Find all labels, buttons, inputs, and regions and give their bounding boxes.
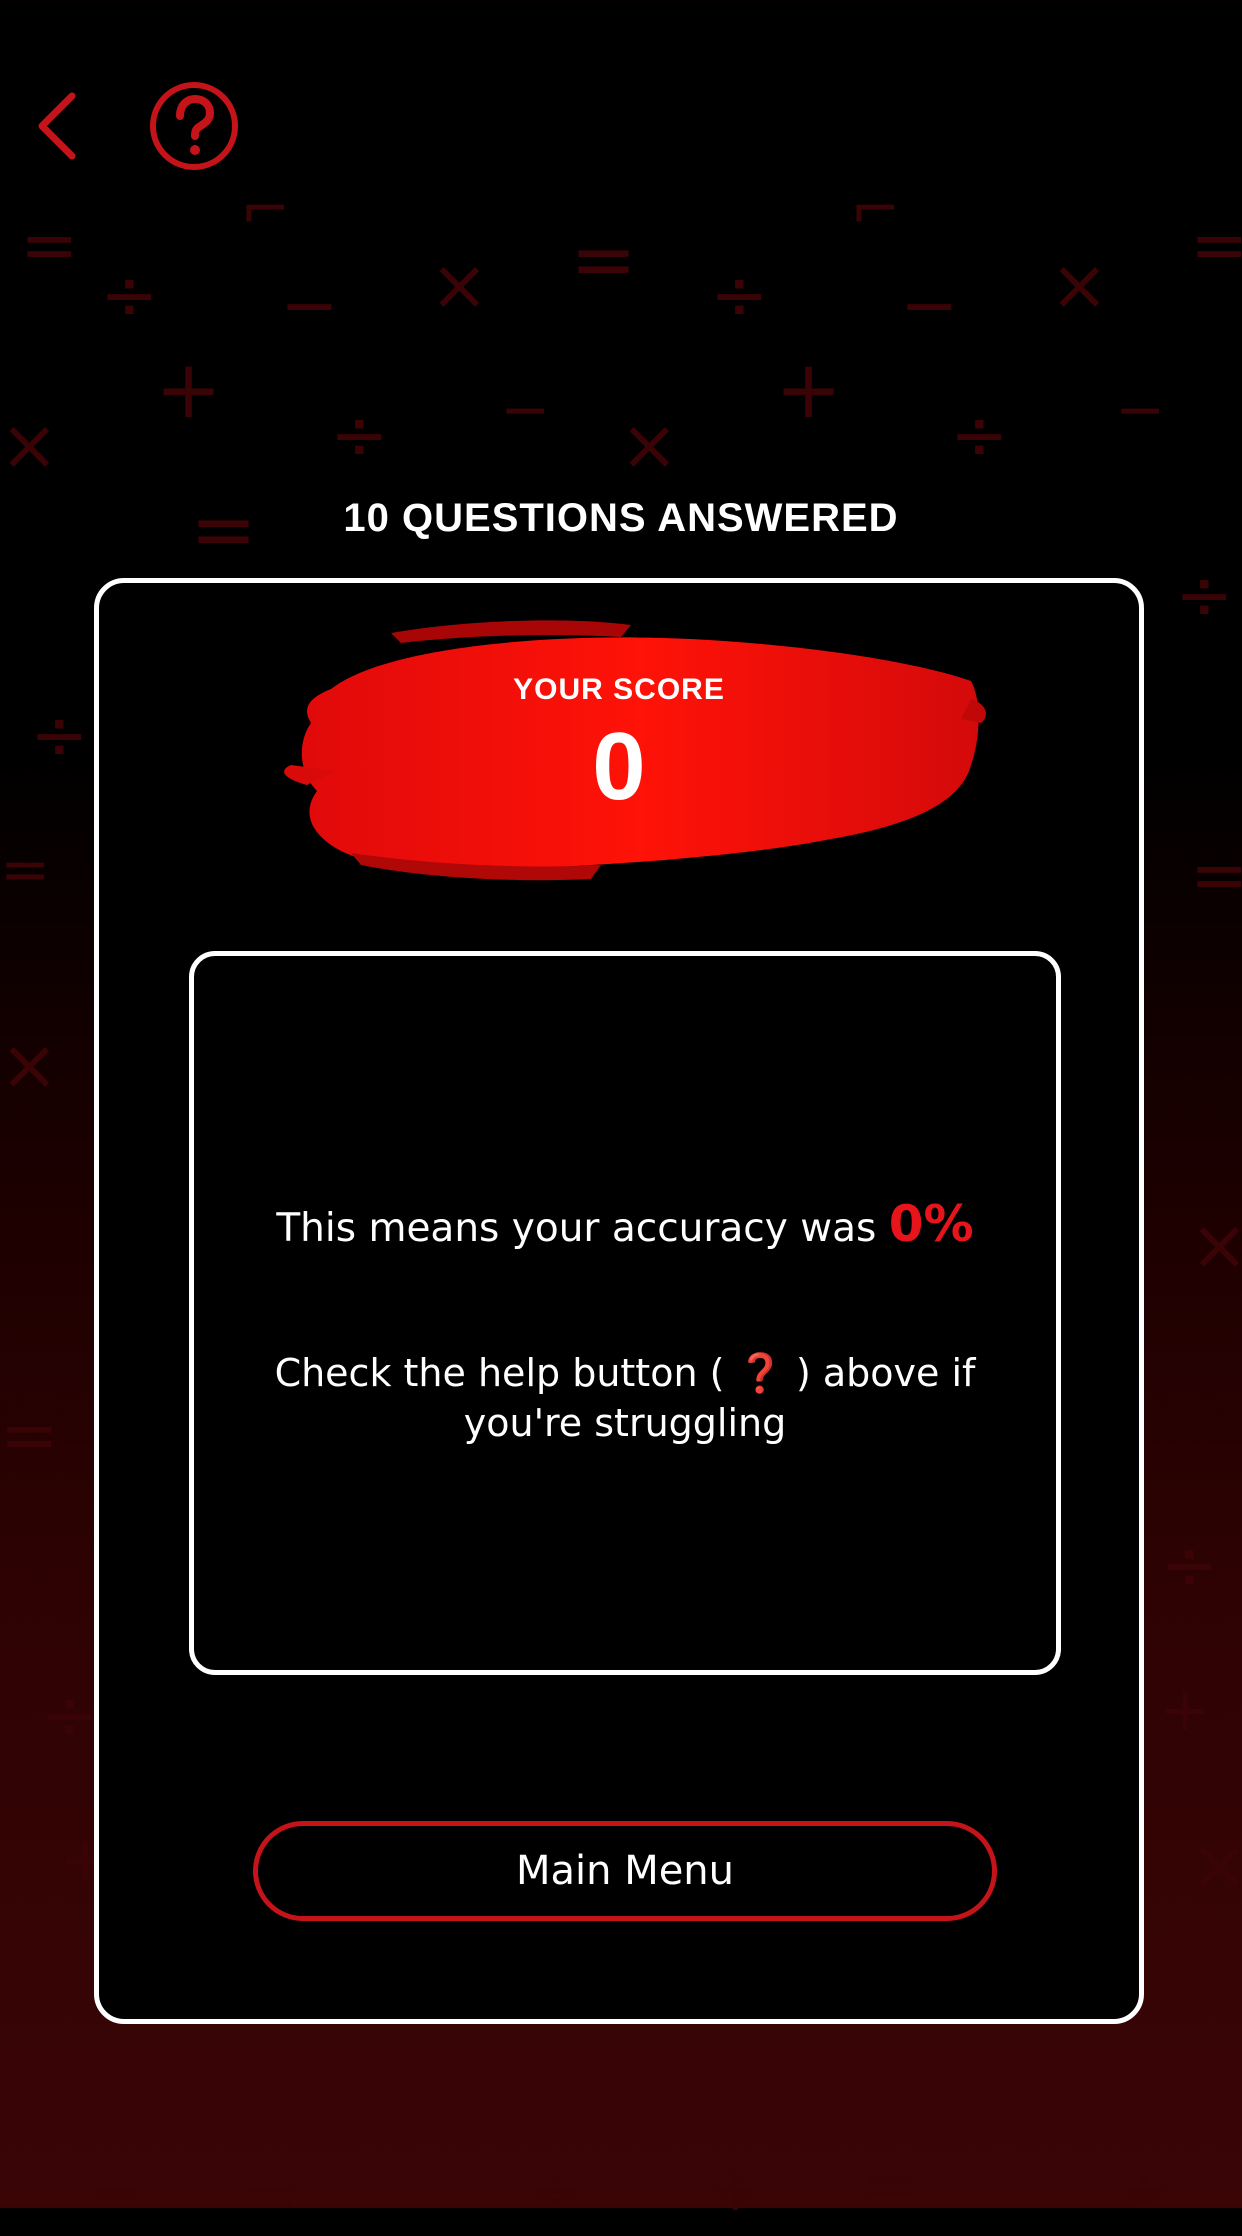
accuracy-value: 0% bbox=[888, 1195, 974, 1253]
question-mark-icon: ❓ bbox=[736, 1351, 784, 1395]
help-button[interactable] bbox=[148, 80, 240, 172]
score-label: YOUR SCORE bbox=[513, 673, 725, 706]
results-card: YOUR SCORE 0 This means your accuracy wa… bbox=[94, 578, 1144, 2024]
main-menu-button[interactable]: Main Menu bbox=[253, 1821, 997, 1921]
back-button[interactable] bbox=[28, 88, 88, 164]
questions-answered-title: 10 QUESTIONS ANSWERED bbox=[343, 496, 899, 540]
top-navigation bbox=[0, 0, 1242, 200]
question-circle-icon bbox=[150, 82, 238, 170]
accuracy-message: This means your accuracy was 0% bbox=[194, 1198, 1056, 1255]
help-hint-prefix: Check the help button ( bbox=[274, 1351, 725, 1395]
chevron-left-icon bbox=[38, 92, 76, 160]
help-hint-message: Check the help button ( ❓ ) above if you… bbox=[234, 1348, 1016, 1448]
message-box: This means your accuracy was 0% Check th… bbox=[189, 951, 1061, 1675]
accuracy-text: This means your accuracy was bbox=[276, 1206, 877, 1251]
score-value: 0 bbox=[592, 713, 646, 820]
